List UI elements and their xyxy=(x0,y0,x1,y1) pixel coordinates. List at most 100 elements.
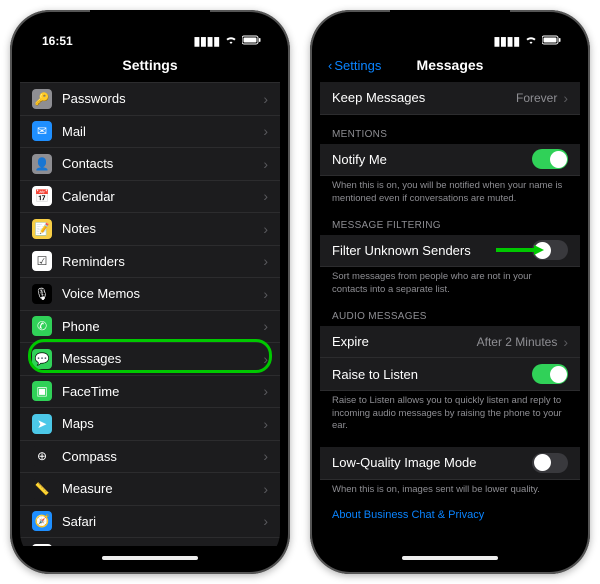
screen-right: ▮▮▮▮ ‹ Settings Messages Keep Messages F… xyxy=(320,20,580,564)
label: Calendar xyxy=(62,189,263,204)
app-icon: ➤ xyxy=(32,414,52,434)
chevron-right-icon: › xyxy=(263,383,268,399)
chevron-right-icon: › xyxy=(263,286,268,302)
status-icons: ▮▮▮▮ xyxy=(494,34,562,48)
chevron-right-icon: › xyxy=(263,351,268,367)
settings-row-messages[interactable]: 💬Messages› xyxy=(20,343,280,376)
section-filtering: MESSAGE FILTERING xyxy=(320,206,580,235)
row-keep-messages[interactable]: Keep Messages Forever › xyxy=(320,82,580,115)
chevron-right-icon: › xyxy=(563,334,568,350)
app-icon: 📝 xyxy=(32,219,52,239)
label: Reminders xyxy=(62,254,263,269)
home-indicator[interactable] xyxy=(402,556,498,560)
row-expire[interactable]: Expire After 2 Minutes › xyxy=(320,326,580,359)
chevron-right-icon: › xyxy=(263,156,268,172)
settings-row-safari[interactable]: 🧭Safari› xyxy=(20,506,280,539)
chevron-right-icon: › xyxy=(263,188,268,204)
settings-row-compass[interactable]: ⊕ Compass› xyxy=(20,441,280,474)
label: Notes xyxy=(62,221,263,236)
row-low-quality[interactable]: Low-Quality Image Mode xyxy=(320,447,580,480)
messages-settings[interactable]: Keep Messages Forever › MENTIONS Notify … xyxy=(320,82,580,546)
chevron-right-icon: › xyxy=(563,90,568,106)
settings-row-facetime[interactable]: ▣FaceTime› xyxy=(20,376,280,409)
page-title: Settings xyxy=(122,57,177,73)
label: Voice Memos xyxy=(62,286,263,301)
settings-row-maps[interactable]: ➤ Maps› xyxy=(20,408,280,441)
status-icons: ▮▮▮▮ xyxy=(194,34,262,48)
toggle-notify-me[interactable] xyxy=(532,149,568,169)
home-indicator[interactable] xyxy=(102,556,198,560)
app-icon: N xyxy=(32,544,52,546)
battery-icon xyxy=(542,34,562,48)
signal-icon: ▮▮▮▮ xyxy=(494,34,520,48)
chevron-right-icon: › xyxy=(263,253,268,269)
settings-row-calendar[interactable]: 📅 Calendar› xyxy=(20,181,280,214)
chevron-right-icon: › xyxy=(263,448,268,464)
settings-row-passwords[interactable]: 🔑Passwords› xyxy=(20,82,280,116)
app-icon: 📅 xyxy=(32,186,52,206)
section-audio: AUDIO MESSAGES xyxy=(320,297,580,326)
app-icon: ✉ xyxy=(32,121,52,141)
app-icon: 🧭 xyxy=(32,511,52,531)
label: Measure xyxy=(62,481,263,496)
row-raise-to-listen[interactable]: Raise to Listen xyxy=(320,358,580,391)
label: Maps xyxy=(62,416,263,431)
settings-row-news[interactable]: NNews› xyxy=(20,538,280,546)
app-icon: ⊕ xyxy=(32,446,52,466)
label: Passwords xyxy=(62,91,263,106)
chevron-right-icon: › xyxy=(263,318,268,334)
app-icon: ▣ xyxy=(32,381,52,401)
chevron-right-icon: › xyxy=(263,221,268,237)
toggle-raise-to-listen[interactable] xyxy=(532,364,568,384)
footer-mentions: When this is on, you will be notified wh… xyxy=(320,176,580,206)
app-icon: 👤 xyxy=(32,154,52,174)
wifi-icon xyxy=(524,34,538,48)
navbar-left: Settings xyxy=(20,48,280,82)
label: Phone xyxy=(62,319,263,334)
footer-audio: Raise to Listen allows you to quickly li… xyxy=(320,391,580,433)
battery-icon xyxy=(242,34,262,48)
signal-icon: ▮▮▮▮ xyxy=(194,34,220,48)
section-mentions: MENTIONS xyxy=(320,115,580,144)
app-icon: 🎙 xyxy=(32,284,52,304)
link-business-chat-privacy[interactable]: About Business Chat & Privacy xyxy=(320,497,580,533)
label: Keep Messages xyxy=(332,90,516,105)
app-icon: 📏 xyxy=(32,479,52,499)
app-icon: ☑ xyxy=(32,251,52,271)
settings-list[interactable]: 🔑Passwords›✉Mail›👤Contacts›📅Calendar›📝No… xyxy=(20,82,280,546)
label: Raise to Listen xyxy=(332,367,532,382)
navbar-right: ‹ Settings Messages xyxy=(320,48,580,82)
label: Expire xyxy=(332,334,477,349)
label: Compass xyxy=(62,449,263,464)
row-notify-me[interactable]: Notify Me xyxy=(320,144,580,177)
footer-filtering: Sort messages from people who are not in… xyxy=(320,267,580,297)
toggle-low-quality[interactable] xyxy=(532,453,568,473)
back-button[interactable]: ‹ Settings xyxy=(328,58,381,73)
settings-row-mail[interactable]: ✉ Mail› xyxy=(20,116,280,149)
chevron-left-icon: ‹ xyxy=(328,58,332,73)
settings-row-reminders[interactable]: ☑ Reminders› xyxy=(20,246,280,279)
row-filter-unknown[interactable]: Filter Unknown Senders xyxy=(320,235,580,268)
back-label: Settings xyxy=(334,58,381,73)
screen-left: 16:51 ▮▮▮▮ Settings 🔑Passwords›✉Mail›👤Co… xyxy=(20,20,280,564)
phone-left: 16:51 ▮▮▮▮ Settings 🔑Passwords›✉Mail›👤Co… xyxy=(10,10,290,574)
phone-right: ▮▮▮▮ ‹ Settings Messages Keep Messages F… xyxy=(310,10,590,574)
label: Mail xyxy=(62,124,263,139)
settings-row-voice-memos[interactable]: 🎙 Voice Memos› xyxy=(20,278,280,311)
arrow-icon xyxy=(496,245,544,255)
settings-row-phone[interactable]: ✆Phone› xyxy=(20,311,280,344)
settings-row-contacts[interactable]: 👤 Contacts› xyxy=(20,148,280,181)
settings-row-notes[interactable]: 📝 Notes› xyxy=(20,213,280,246)
chevron-right-icon: › xyxy=(263,513,268,529)
notch xyxy=(90,10,210,34)
chevron-right-icon: › xyxy=(263,416,268,432)
settings-row-measure[interactable]: 📏Measure› xyxy=(20,473,280,506)
status-time: 16:51 xyxy=(42,34,73,48)
value: After 2 Minutes xyxy=(477,335,558,349)
app-icon: 💬 xyxy=(32,349,52,369)
wifi-icon xyxy=(224,34,238,48)
footer-lowq: When this is on, images sent will be low… xyxy=(320,480,580,497)
app-icon: 🔑 xyxy=(32,89,52,109)
chevron-right-icon: › xyxy=(263,123,268,139)
label: Contacts xyxy=(62,156,263,171)
